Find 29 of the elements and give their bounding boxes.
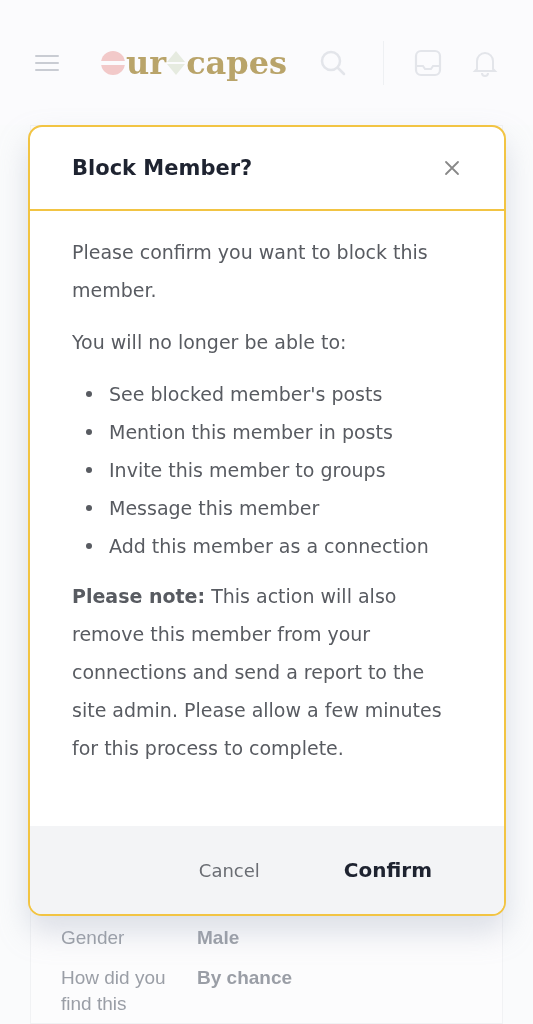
bullet-icon (86, 505, 92, 511)
field-label: How did you find this (61, 966, 167, 1016)
list-heading: You will no longer be able to: (72, 330, 348, 355)
up-down-arrow-icon (166, 49, 187, 76)
bullet-icon (86, 467, 92, 473)
field-value: By chance (197, 966, 293, 990)
close-button[interactable] (442, 158, 462, 178)
note-text: Please note: This action will also remove this member from your connections and send a report to the site admin. Please allow a few minutes for this process to complete. (72, 584, 443, 761)
confirm-button[interactable]: Confirm (333, 852, 442, 888)
cancel-button[interactable]: Cancel (188, 853, 270, 887)
inbox-icon[interactable] (414, 48, 443, 77)
list-item: Add this member as a connection (109, 534, 429, 559)
list-item: Message this member (109, 496, 320, 521)
search-icon[interactable] (319, 48, 348, 77)
intro-text: Please confirm you want to block this member. (72, 240, 429, 303)
close-icon (444, 160, 460, 176)
bullet-icon (86, 429, 92, 435)
list-item: Mention this member in posts (109, 420, 393, 445)
bullet-icon (86, 543, 92, 549)
field-value: Male (197, 926, 240, 950)
list-item: See blocked member's posts (109, 382, 383, 407)
field-label: Gender (61, 926, 126, 950)
bullet-icon (86, 391, 92, 397)
logo-text: capes (186, 43, 288, 82)
logo-circle-icon (100, 49, 126, 76)
logo-text: ur (126, 43, 167, 82)
list-item: Invite this member to groups (109, 458, 386, 483)
dialog-title: Block Member? (72, 156, 253, 180)
menu-icon[interactable] (34, 52, 60, 73)
